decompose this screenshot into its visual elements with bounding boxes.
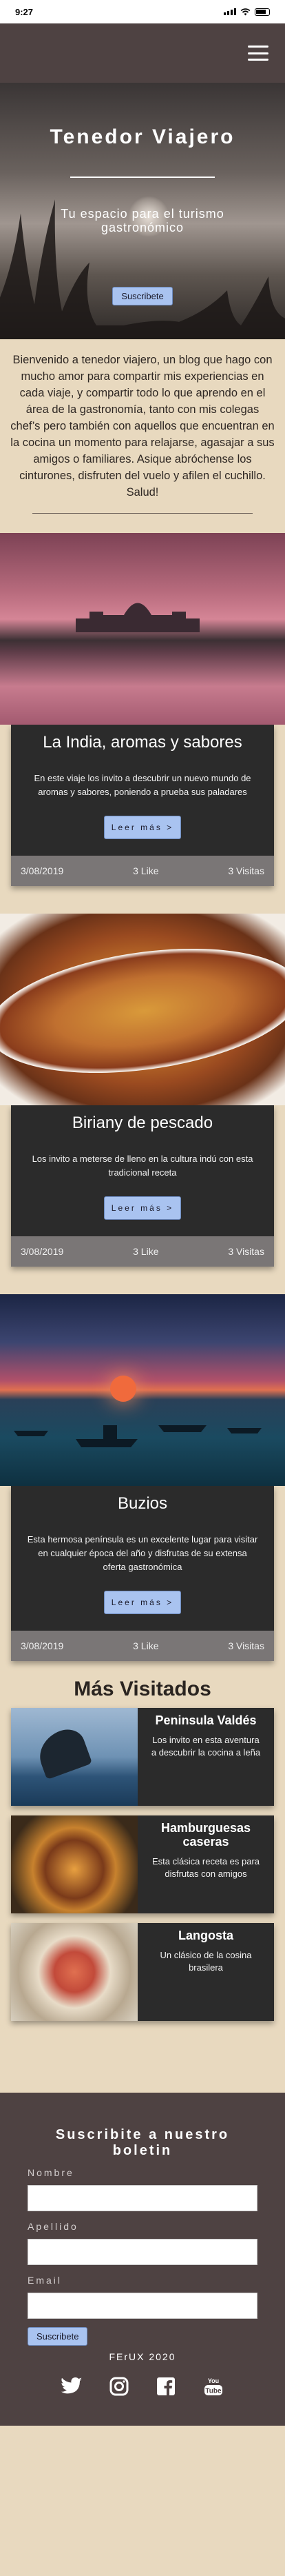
youtube-icon[interactable]: You Tube	[202, 2375, 225, 2398]
signal-icon	[224, 8, 236, 15]
boats-silhouette	[14, 1425, 262, 1447]
hero-subtitle: Tu espacio para el turismo gastronómico	[61, 207, 224, 234]
chevron-right-icon: >	[167, 823, 174, 832]
read-more-label: Leer más	[111, 1203, 162, 1213]
intro-text: Bienvenido a tenedor viajero, un blog qu…	[10, 354, 275, 499]
email-input[interactable]	[28, 2293, 257, 2319]
svg-text:Tube: Tube	[205, 2388, 222, 2395]
post-card-wrapper: Biriany de pescado Los invito a meterse …	[0, 1105, 285, 1267]
most-visited-card[interactable]: Peninsula Valdés Los invito en esta aven…	[11, 1708, 274, 1806]
post-image-buzios[interactable]	[0, 1294, 285, 1486]
post-image-biryani[interactable]	[0, 914, 285, 1105]
post-likes[interactable]: 3 Like	[133, 1246, 158, 1257]
battery-icon	[255, 8, 270, 16]
post-visits: 3 Visitas	[228, 1640, 264, 1651]
post-title[interactable]: Biriany de pescado	[26, 1111, 259, 1133]
most-visited-title: Más Visitados	[74, 1678, 211, 1700]
most-visited-card[interactable]: Hamburguesas caseras Esta clásica receta…	[11, 1815, 274, 1913]
most-visited-item-text: Los invito en esta aventura a descubrir …	[151, 1735, 261, 1758]
status-time: 9:27	[15, 6, 34, 17]
post-title[interactable]: La India, aromas y sabores	[26, 730, 259, 752]
post-date: 3/08/2019	[21, 865, 64, 876]
read-more-button[interactable]: Leer más >	[103, 1196, 182, 1220]
top-navbar	[0, 23, 285, 83]
newsletter-subscribe-button[interactable]: Suscribete	[28, 2327, 88, 2346]
post-likes[interactable]: 3 Like	[133, 865, 158, 876]
post-excerpt: En este viaje los invito a descubrir un …	[34, 773, 251, 797]
name-label: Nombre	[28, 2167, 74, 2178]
post-title[interactable]: Buzios	[26, 1491, 259, 1513]
post-card-wrapper: Buzios Esta hermosa península es un exce…	[0, 1486, 285, 1661]
most-visited-item-text: Un clásico de la cosina brasilera	[160, 1950, 252, 1973]
footer: Suscribite a nuestro boletin Nombre Apel…	[0, 2093, 285, 2426]
read-more-button[interactable]: Leer más >	[103, 1591, 182, 1614]
newsletter-title: Suscribite a nuestro boletin	[55, 2127, 230, 2158]
menu-icon[interactable]	[248, 46, 268, 61]
post-meta: 3/08/2019 3 Like 3 Visitas	[11, 1236, 274, 1267]
post-card: La India, aromas y sabores En este viaje…	[11, 725, 274, 886]
most-visited-item-title: Peninsula Valdés	[155, 1713, 257, 1727]
twitter-icon[interactable]	[60, 2375, 83, 2398]
wifi-icon	[240, 8, 251, 15]
most-visited-item-title: Hamburguesas caseras	[160, 1821, 251, 1849]
hero-title: Tenedor Viajero	[50, 125, 235, 148]
surname-label: Apellido	[28, 2221, 78, 2232]
status-icons	[224, 8, 270, 16]
whale-image	[11, 1708, 138, 1806]
post-excerpt: Esta hermosa península es un excelente l…	[27, 1534, 258, 1572]
post-excerpt: Los invito a meterse de lleno en la cult…	[32, 1154, 253, 1178]
status-bar: 9:27	[0, 0, 285, 23]
chevron-right-icon: >	[167, 1203, 174, 1213]
post-visits: 3 Visitas	[228, 865, 264, 876]
most-visited-item-title: Langosta	[178, 1929, 233, 1942]
hero-divider	[70, 177, 215, 178]
read-more-button[interactable]: Leer más >	[103, 816, 182, 839]
intro-section: Bienvenido a tenedor viajero, un blog qu…	[0, 339, 285, 533]
instagram-icon[interactable]	[107, 2375, 131, 2398]
read-more-label: Leer más	[111, 1598, 162, 1607]
post-card-wrapper: La India, aromas y sabores En este viaje…	[0, 725, 285, 886]
palace-silhouette	[76, 603, 200, 632]
lobster-image	[11, 1923, 138, 2021]
post-date: 3/08/2019	[21, 1246, 64, 1257]
food-plate	[0, 930, 285, 1091]
facebook-icon[interactable]	[154, 2375, 178, 2398]
svg-text:You: You	[208, 2377, 219, 2384]
post-date: 3/08/2019	[21, 1640, 64, 1651]
post-visits: 3 Visitas	[228, 1246, 264, 1257]
hero-subscribe-button[interactable]: Suscribete	[112, 287, 173, 305]
most-visited-card[interactable]: Langosta Un clásico de la cosina brasile…	[11, 1923, 274, 2021]
surname-input[interactable]	[28, 2239, 257, 2265]
name-input[interactable]	[28, 2185, 257, 2211]
copyright: FErUX 2020	[109, 2351, 176, 2362]
hero-section: Tenedor Viajero Tu espacio para el turis…	[0, 83, 285, 339]
post-image-india[interactable]	[0, 533, 285, 725]
intro-divider	[32, 513, 253, 514]
social-links: You Tube	[28, 2375, 257, 2398]
post-likes[interactable]: 3 Like	[133, 1640, 158, 1651]
chevron-right-icon: >	[167, 1598, 174, 1607]
post-card: Buzios Esta hermosa península es un exce…	[11, 1486, 274, 1661]
most-visited-item-text: Esta clásica receta es para disfrutas co…	[151, 1856, 260, 1879]
email-label: Email	[28, 2275, 63, 2286]
burger-image	[11, 1815, 138, 1913]
read-more-label: Leer más	[111, 823, 162, 832]
post-meta: 3/08/2019 3 Like 3 Visitas	[11, 1631, 274, 1661]
post-card: Biriany de pescado Los invito a meterse …	[11, 1105, 274, 1267]
post-meta: 3/08/2019 3 Like 3 Visitas	[11, 856, 274, 886]
